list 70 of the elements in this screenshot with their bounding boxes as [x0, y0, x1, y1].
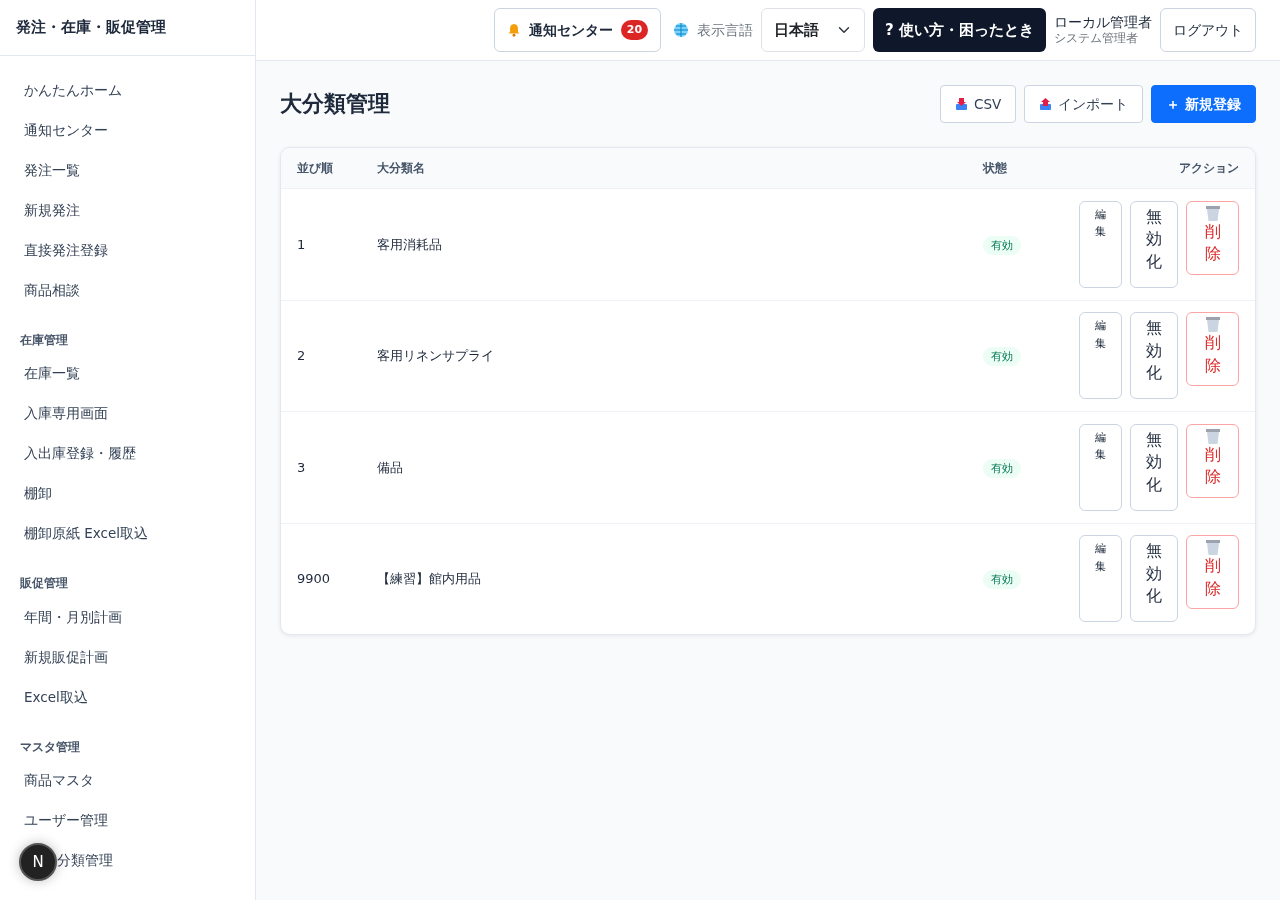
delete-button[interactable]: 削除 [1186, 200, 1239, 275]
bell-icon [506, 23, 521, 37]
sidebar-item[interactable]: 通知センター [0, 110, 255, 150]
column-header: 大分類名 [377, 160, 426, 177]
import-button[interactable]: インポート [1024, 85, 1144, 123]
sidebar-item[interactable]: 棚卸原紙 Excel取込 [0, 513, 255, 554]
table-cell-text: 9900 [297, 570, 332, 588]
section-heading: マスタ管理 [19, 738, 81, 756]
edit-button[interactable]: 編集 [1079, 535, 1122, 623]
sidebar-item[interactable]: 在庫一覧 [0, 353, 255, 394]
trash-icon [1204, 540, 1221, 556]
column-header: 並び順 [297, 160, 334, 177]
app-title: 発注・在庫・販促管理 [0, 0, 255, 56]
sidebar-item[interactable]: 発注一覧 [0, 150, 255, 190]
table-cell-text: 客用リネンサプライ [377, 347, 495, 365]
sidebar-item[interactable]: ユーザー管理 [0, 799, 255, 840]
disable-button[interactable]: 無効化 [1129, 312, 1179, 400]
trash-icon [1204, 428, 1221, 444]
globe-icon [673, 22, 690, 38]
sidebar-item[interactable]: 新規発注 [0, 190, 255, 230]
disable-button[interactable]: 無効化 [1129, 200, 1179, 288]
column-header: 状態 [983, 160, 1008, 177]
download-tray-icon [955, 97, 969, 111]
sidebar-item[interactable]: 新規販促計画 [0, 636, 255, 677]
sidebar-item[interactable]: 商品マスタ [0, 759, 255, 800]
table-cell-text: 客用消耗品 [377, 235, 443, 254]
delete-button[interactable]: 削除 [1186, 535, 1239, 610]
sidebar-item[interactable]: かんたんホーム [0, 70, 255, 110]
sidebar-item[interactable]: 入庫専用画面 [0, 393, 255, 434]
status-badge: 有効 [983, 347, 1021, 366]
page-title: 大分類管理 [280, 90, 390, 118]
status-badge: 有効 [983, 458, 1021, 478]
disable-button[interactable]: 無効化 [1129, 535, 1179, 623]
sidebar-item[interactable]: Excel取込 [0, 676, 255, 717]
new-button[interactable]: ＋ 新規登録 [1151, 85, 1256, 123]
sidebar-item[interactable]: 商品相談 [0, 270, 255, 310]
count-badge: 20 [620, 19, 649, 41]
sidebar-item[interactable]: 入出庫登録・履歴 [0, 433, 255, 474]
sidebar-item[interactable]: 分類管理 [57, 839, 113, 880]
language-label: 表示言語 [697, 20, 754, 40]
table-cell-text: 1 [297, 235, 307, 254]
notification-button[interactable]: 通知センター 20 [493, 8, 662, 52]
status-badge: 有効 [983, 235, 1021, 255]
trash-icon [1204, 317, 1221, 333]
user-role: システム管理者 [1054, 31, 1139, 46]
disable-button[interactable]: 無効化 [1129, 423, 1179, 511]
user-name: ローカル管理者 [1054, 14, 1152, 32]
upload-tray-icon [1039, 97, 1053, 111]
sidebar-item[interactable]: 年間・月別計画 [0, 596, 255, 637]
table-cell-text: 【練習】館内用品 [377, 570, 482, 588]
help-button[interactable]: ? 使い方・困ったとき [873, 8, 1046, 52]
edit-button[interactable]: 編集 [1079, 423, 1122, 511]
delete-button[interactable]: 削除 [1186, 423, 1239, 498]
edit-button[interactable]: 編集 [1079, 200, 1122, 288]
table-cell-text: 2 [297, 347, 307, 365]
status-badge: 有効 [983, 570, 1021, 589]
csv-button[interactable]: CSV [940, 85, 1017, 123]
sidebar-item[interactable]: 直接発注登録 [0, 230, 255, 270]
floating-badge[interactable]: N [19, 843, 57, 881]
section-heading: 在庫管理 [19, 332, 69, 349]
language-select[interactable]: 日本語 [761, 8, 866, 52]
edit-button[interactable]: 編集 [1079, 312, 1122, 400]
section-heading: 販促管理 [19, 575, 69, 593]
table-cell-text: 備品 [377, 458, 404, 477]
trash-icon [1204, 205, 1221, 221]
logout-button[interactable]: ログアウト [1160, 8, 1256, 52]
column-header: アクション [1178, 160, 1239, 177]
table-cell-text: 3 [297, 458, 307, 477]
sidebar-item[interactable]: 棚卸 [0, 473, 255, 514]
delete-button[interactable]: 削除 [1186, 312, 1239, 387]
